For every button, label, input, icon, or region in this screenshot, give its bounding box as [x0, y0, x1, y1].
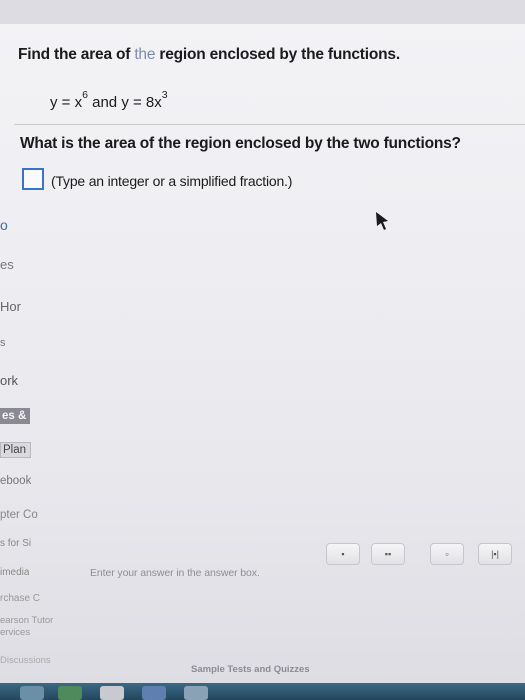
eq1-exponent: 6 [82, 89, 88, 101]
eq1-lhs: y = x [50, 94, 83, 111]
answer-hint: (Type an integer or a simplified fractio… [51, 173, 293, 189]
taskbar-app-icon[interactable] [20, 686, 44, 700]
question-panel [0, 24, 525, 700]
title-end: region enclosed by the functions. [155, 46, 400, 63]
toolbar-button[interactable]: ▫ [430, 543, 464, 565]
toolbar-button[interactable]: ▪▪ [371, 543, 405, 565]
title-highlight: the [134, 46, 156, 63]
question-divider [14, 124, 525, 125]
sidebar-item[interactable]: pter Co [0, 509, 38, 521]
sidebar-item[interactable]: s for Si [0, 538, 31, 549]
eq-join: and y = 8x [87, 94, 162, 111]
mouse-pointer-icon [376, 212, 388, 230]
toolbar-button[interactable]: |▪| [478, 543, 512, 565]
sample-tests-link[interactable]: Sample Tests and Quizzes [191, 664, 310, 675]
sidebar-item[interactable]: es & [0, 408, 31, 424]
left-sidebar: o es Hor s ork es & Plan ebook pter Co s… [0, 215, 53, 700]
question-prompt: What is the area of the region enclosed … [20, 135, 461, 152]
taskbar-app-icon[interactable] [184, 686, 208, 700]
sidebar-item[interactable]: ervices [0, 627, 30, 638]
sidebar-item[interactable]: ebook [0, 475, 31, 487]
question-title: Find the area of the region enclosed by … [18, 46, 400, 64]
sidebar-item[interactable]: imedia [0, 567, 29, 578]
title-start: Find the area of [18, 46, 135, 63]
sidebar-item[interactable]: rchase C [0, 593, 40, 604]
sidebar-item[interactable]: es [0, 257, 14, 272]
functions-equation: y = x6 and y = 8x3 [50, 89, 168, 111]
toolbar-button[interactable]: ▪ [326, 543, 360, 565]
sidebar-item[interactable]: earson Tutor [0, 615, 90, 626]
eq2-exponent: 3 [161, 89, 168, 101]
sidebar-item[interactable]: Hor [0, 299, 21, 314]
sidebar-item[interactable]: s [0, 337, 6, 349]
taskbar-app-icon[interactable] [58, 686, 82, 700]
taskbar-app-icon[interactable] [142, 686, 166, 700]
sidebar-item[interactable]: o [0, 217, 8, 233]
sidebar-item[interactable]: Plan [0, 442, 32, 458]
answer-input[interactable] [22, 168, 44, 190]
taskbar-app-icon[interactable] [100, 686, 124, 700]
status-message: Enter your answer in the answer box. [90, 567, 260, 579]
sidebar-item[interactable]: Discussions [0, 655, 70, 666]
sidebar-item[interactable]: ork [0, 373, 18, 388]
